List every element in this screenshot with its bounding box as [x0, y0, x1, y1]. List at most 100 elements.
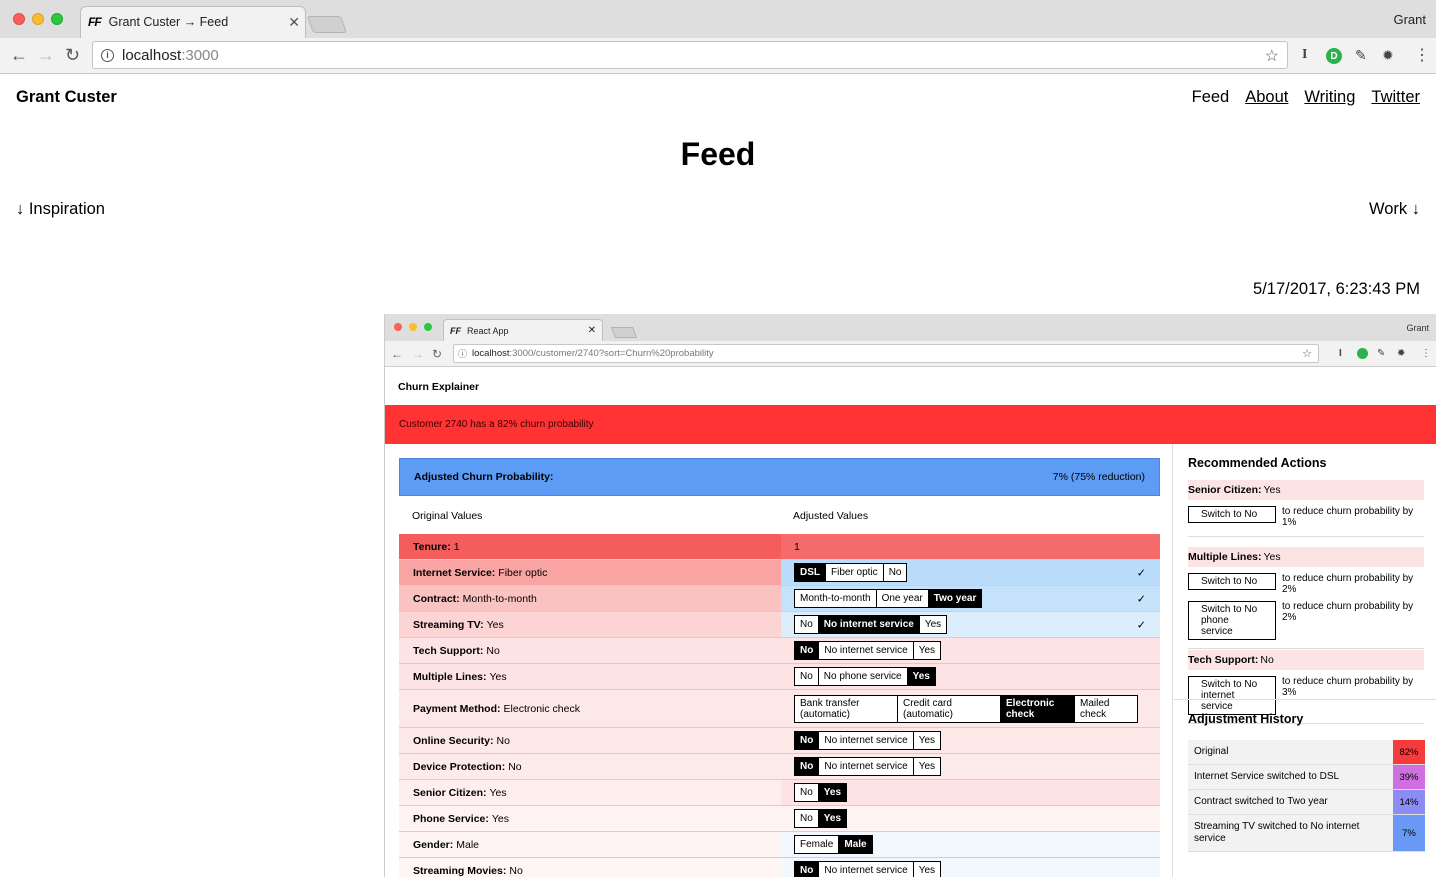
option-toggle[interactable]: No: [795, 616, 819, 633]
option-toggle-group: No No internet service Yes: [794, 731, 942, 750]
original-value-cell: Contract: Month-to-month: [399, 586, 781, 611]
adjusted-value-cell: No No internet service Yes: [781, 728, 1160, 753]
option-toggle[interactable]: No: [883, 564, 907, 581]
site-name[interactable]: Grant Custer: [16, 88, 117, 107]
adjusted-value-cell: 1: [781, 534, 1160, 559]
option-toggle[interactable]: Female: [795, 836, 840, 853]
feature-original-value: No: [486, 644, 500, 657]
option-toggle[interactable]: Month-to-month: [795, 590, 877, 607]
bookmark-star-icon[interactable]: ☆: [1265, 46, 1279, 66]
option-toggle[interactable]: No internet service: [819, 642, 914, 659]
option-toggle[interactable]: No: [795, 810, 819, 827]
option-toggle[interactable]: Yes: [913, 642, 941, 659]
profile-name[interactable]: Grant: [1393, 12, 1426, 27]
extension-pin-icon[interactable]: ✎: [1355, 47, 1367, 64]
inner-favicon-icon: FF: [450, 325, 461, 336]
option-toggle[interactable]: Yes: [919, 616, 947, 633]
option-toggle[interactable]: Bank transfer (automatic): [795, 695, 898, 722]
minimize-window-button[interactable]: [32, 13, 44, 25]
recommendation-feature-name: Tech Support:: [1188, 654, 1259, 666]
option-toggle[interactable]: Yes: [818, 784, 847, 801]
extension-i-icon[interactable]: I: [1302, 47, 1307, 63]
adjusted-probability-value: 7% (75% reduction): [1052, 471, 1145, 483]
option-toggle[interactable]: No internet service: [818, 616, 920, 633]
option-toggle[interactable]: Yes: [913, 732, 941, 749]
switch-button[interactable]: Switch to No internet service: [1188, 676, 1276, 715]
check-icon: ✓: [1136, 593, 1146, 605]
option-toggle[interactable]: One year: [876, 590, 929, 607]
nav-twitter[interactable]: Twitter: [1371, 88, 1420, 107]
browser-tab-content[interactable]: FF Grant Custer → Feed ✕: [88, 6, 300, 38]
history-row[interactable]: Original 82%: [1188, 740, 1425, 765]
column-headers: Original Values Adjusted Values: [399, 504, 1160, 530]
option-toggle[interactable]: No phone service: [818, 668, 908, 685]
option-toggle-group: Bank transfer (automatic) Credit card (au…: [794, 694, 1138, 723]
history-row[interactable]: Internet Service switched to DSL 39%: [1188, 765, 1425, 790]
option-toggle[interactable]: Fiber optic: [826, 564, 884, 581]
adjustment-history-title: Adjustment History: [1188, 712, 1304, 726]
inner-tab: FF React App ✕: [443, 319, 603, 341]
option-toggle[interactable]: No: [795, 668, 819, 685]
close-window-button[interactable]: [13, 13, 25, 25]
inner-ext-d-icon: [1357, 348, 1368, 359]
close-tab-icon[interactable]: ✕: [288, 14, 300, 31]
inner-address-bar: ⓘ localhost:3000/customer/2740?sort=Chur…: [453, 344, 1319, 363]
menu-kebab-icon[interactable]: ⋮: [1414, 45, 1430, 65]
adjusted-probability-label: Adjusted Churn Probability:: [414, 471, 554, 483]
nav-about[interactable]: About: [1245, 88, 1288, 107]
forward-arrow-icon[interactable]: →: [37, 45, 55, 66]
option-toggle[interactable]: Credit card (automatic): [898, 695, 1001, 722]
feature-row: Phone Service: Yes No Yes: [399, 806, 1160, 832]
inner-close-dot: [394, 323, 402, 331]
history-row[interactable]: Streaming TV switched to No internet ser…: [1188, 815, 1425, 852]
feature-original-value: Yes: [489, 786, 507, 799]
option-toggle[interactable]: No: [795, 758, 820, 775]
option-toggle[interactable]: Mailed check: [1075, 695, 1137, 722]
history-probability: 82%: [1393, 740, 1425, 764]
option-toggle[interactable]: Male: [839, 836, 872, 853]
inner-ext-i-icon: I: [1339, 348, 1342, 359]
switch-button[interactable]: Switch to No: [1188, 573, 1276, 590]
option-toggle[interactable]: Electronic check: [1001, 695, 1075, 722]
option-toggle[interactable]: Yes: [913, 862, 941, 877]
option-toggle[interactable]: No internet service: [819, 862, 914, 877]
recommendation-divider: [1188, 648, 1424, 649]
reload-icon[interactable]: ↻: [65, 45, 80, 66]
switch-button[interactable]: Switch to No: [1188, 506, 1276, 523]
feature-row: Contract: Month-to-month Month-to-month One…: [399, 586, 1160, 612]
option-toggle[interactable]: No: [795, 784, 819, 801]
extension-bug-icon[interactable]: ✹: [1382, 47, 1394, 64]
feature-original-value: 1: [453, 540, 460, 553]
maximize-window-button[interactable]: [51, 13, 63, 25]
nav-feed[interactable]: Feed: [1192, 88, 1230, 107]
feature-original-value: No: [508, 760, 522, 773]
option-toggle[interactable]: Two year: [928, 590, 982, 607]
switch-button[interactable]: Switch to No phone service: [1188, 601, 1276, 640]
option-toggle[interactable]: Yes: [818, 810, 847, 827]
option-toggle[interactable]: No: [795, 732, 820, 749]
option-toggle[interactable]: No: [795, 862, 820, 877]
option-toggle[interactable]: DSL: [795, 564, 826, 581]
option-toggle[interactable]: Yes: [907, 668, 935, 685]
history-row[interactable]: Contract switched to Two year 14%: [1188, 790, 1425, 815]
extension-d-icon[interactable]: D: [1326, 48, 1342, 64]
feature-row: Device Protection: No No No internet servic…: [399, 754, 1160, 780]
back-arrow-icon[interactable]: ←: [10, 45, 28, 66]
option-toggle[interactable]: No internet service: [819, 732, 914, 749]
info-icon[interactable]: i: [101, 48, 114, 62]
option-toggle[interactable]: No: [795, 642, 820, 659]
feature-name: Senior Citizen:: [413, 786, 487, 799]
option-toggle[interactable]: No internet service: [819, 758, 914, 775]
inner-back-icon: ←: [391, 347, 403, 361]
sidebar-pane: Recommended Actions Senior Citizen: Yes Sw…: [1174, 444, 1436, 877]
option-toggle[interactable]: Yes: [913, 758, 941, 775]
feature-name: Streaming TV:: [413, 618, 484, 631]
address-bar[interactable]: i localhost :3000 ☆: [92, 41, 1288, 69]
inspiration-link[interactable]: ↓ Inspiration: [16, 200, 105, 219]
work-link[interactable]: Work ↓: [1369, 200, 1420, 219]
feed-screenshot: FF React App ✕ Grant ← → ↻ ⓘ localhost:3…: [384, 314, 1436, 877]
recommendation-action: Switch to No internet service to reduce c…: [1188, 676, 1424, 715]
new-tab-button[interactable]: [306, 16, 348, 33]
nav-writing[interactable]: Writing: [1304, 88, 1355, 107]
option-toggle-group: Female Male: [794, 835, 873, 854]
